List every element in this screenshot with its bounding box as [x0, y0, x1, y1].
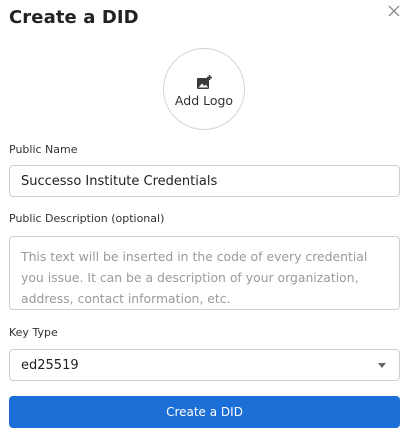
- chevron-down-icon: [378, 362, 386, 368]
- public-description-textarea[interactable]: This text will be inserted in the code o…: [9, 236, 400, 310]
- create-did-button[interactable]: Create a DID: [9, 396, 400, 428]
- key-type-label: Key Type: [9, 326, 58, 339]
- add-image-icon: [197, 75, 212, 89]
- close-button[interactable]: [384, 1, 404, 21]
- add-logo-button[interactable]: Add Logo: [163, 48, 245, 130]
- add-logo-label: Add Logo: [174, 93, 234, 108]
- close-icon: [388, 5, 400, 17]
- public-name-input[interactable]: Successo Institute Credentials: [9, 165, 400, 197]
- public-name-label: Public Name: [9, 143, 78, 156]
- public-description-label: Public Description (optional): [9, 212, 165, 225]
- key-type-select[interactable]: ed25519: [9, 349, 400, 381]
- dialog-title: Create a DID: [9, 7, 139, 28]
- key-type-value: ed25519: [21, 357, 79, 373]
- create-did-dialog: Create a DID Add Logo Public Name Succes…: [0, 0, 408, 439]
